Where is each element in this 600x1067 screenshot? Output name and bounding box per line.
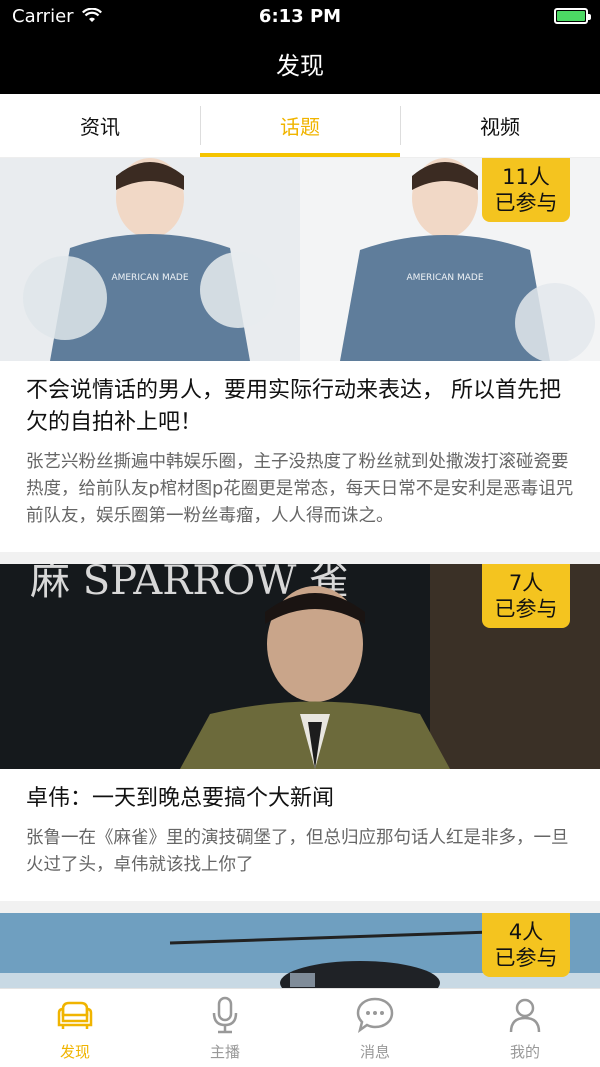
participant-suffix: 已参与 bbox=[494, 597, 558, 621]
tab-label: 话题 bbox=[280, 115, 320, 139]
carrier-label: Carrier bbox=[12, 5, 74, 27]
tab-label: 视频 bbox=[480, 115, 520, 139]
topic-description: 张鲁一在《麻雀》里的演技碉堡了，但总归应那句话人红是非多，一旦火过了头，卓伟就该… bbox=[26, 828, 569, 875]
topic-title[interactable]: 不会说情话的男人，要用实际行动来表达， 所以首先把欠的自拍补上吧！ bbox=[0, 361, 600, 439]
topic-card[interactable]: 4人 已参与 bbox=[0, 913, 600, 988]
battery-icon bbox=[554, 8, 591, 24]
topic-title[interactable]: 卓伟：一天到晚总要搞个大新闻 bbox=[0, 769, 600, 815]
tab-news[interactable]: 资讯 bbox=[0, 94, 200, 157]
tabbar-label: 消息 bbox=[359, 1042, 390, 1061]
tab-topics[interactable]: 话题 bbox=[200, 94, 400, 157]
participant-count: 4人 bbox=[508, 920, 544, 944]
tabbar-messages[interactable]: 消息 bbox=[300, 989, 450, 1067]
participant-count: 7人 bbox=[508, 571, 544, 595]
card-divider bbox=[0, 901, 600, 913]
chat-bubble-icon bbox=[356, 997, 394, 1033]
shirt-print: AMERICAN MADE bbox=[406, 273, 483, 283]
tab-label: 资讯 bbox=[80, 115, 120, 139]
nav-bar: 发现 bbox=[0, 32, 600, 94]
sofa-icon bbox=[57, 1001, 93, 1029]
participants-badge: 11人 已参与 bbox=[482, 158, 570, 222]
bottom-tab-bar: 发现 主播 消息 我的 bbox=[0, 988, 600, 1067]
shirt-print: AMERICAN MADE bbox=[111, 273, 188, 283]
topic-description: 张艺兴粉丝撕遍中韩娱乐圈，主子没热度了粉丝就到处撒泼打滚碰瓷要热度，给前队友p棺… bbox=[26, 452, 574, 526]
topic-image: 4人 已参与 bbox=[0, 913, 600, 988]
topic-feed[interactable]: AMERICAN MADE AMERICAN MADE 11人 已参与 不会说情… bbox=[0, 158, 600, 988]
segment-tabs: 资讯 话题 视频 bbox=[0, 94, 600, 158]
wifi-icon bbox=[81, 8, 102, 22]
tabbar-profile[interactable]: 我的 bbox=[450, 989, 600, 1067]
tabbar-label: 发现 bbox=[59, 1042, 90, 1061]
participants-badge: 4人 已参与 bbox=[482, 913, 570, 977]
status-left: Carrier bbox=[12, 6, 102, 27]
tab-video[interactable]: 视频 bbox=[400, 94, 600, 157]
participant-suffix: 已参与 bbox=[494, 191, 558, 215]
card-divider bbox=[0, 552, 600, 564]
tabbar-label: 我的 bbox=[509, 1042, 540, 1061]
tabbar-host[interactable]: 主播 bbox=[150, 989, 300, 1067]
tabbar-discover[interactable]: 发现 bbox=[0, 989, 150, 1067]
tabbar-label: 主播 bbox=[209, 1042, 240, 1061]
participant-count: 11人 bbox=[502, 165, 550, 189]
page-title: 发现 bbox=[276, 51, 324, 80]
microphone-icon bbox=[212, 996, 238, 1033]
topic-image: AMERICAN MADE AMERICAN MADE 11人 已参与 bbox=[0, 158, 600, 361]
participant-suffix: 已参与 bbox=[494, 946, 558, 970]
person-icon bbox=[509, 998, 541, 1032]
participants-badge: 7人 已参与 bbox=[482, 564, 570, 628]
topic-card[interactable]: AMERICAN MADE AMERICAN MADE 11人 已参与 不会说情… bbox=[0, 158, 600, 552]
topic-image: 麻 SPARROW 雀 7人 已参与 bbox=[0, 564, 600, 769]
topic-card[interactable]: 麻 SPARROW 雀 7人 已参与 卓伟：一天到晚总要搞个大新闻 张鲁一在《麻… bbox=[0, 564, 600, 901]
status-bar: Carrier 6:13 PM bbox=[0, 0, 600, 32]
